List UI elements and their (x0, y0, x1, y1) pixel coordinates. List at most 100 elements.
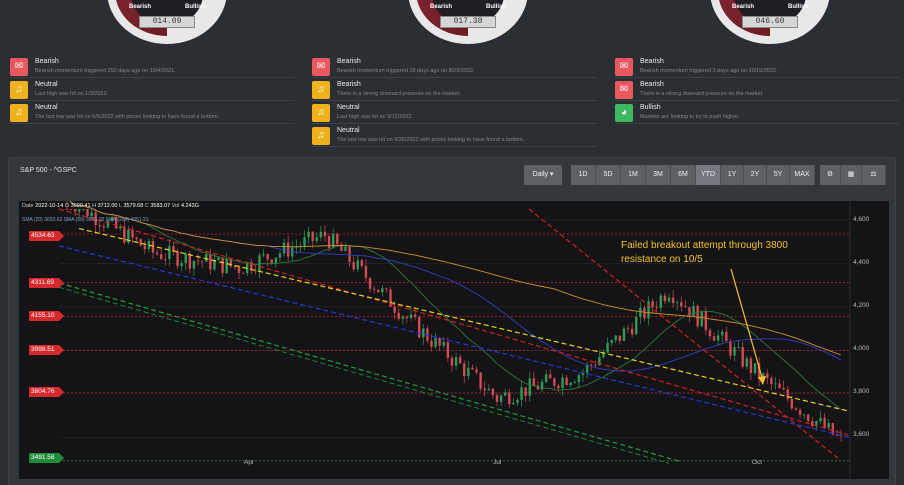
signals-column-3: ✉ Bearish Bearish momentum triggered 3 d… (615, 56, 900, 125)
candle-body (159, 254, 163, 260)
candle-body (352, 262, 355, 270)
gauge-value: 046.60 (742, 16, 798, 28)
calculator-icon[interactable]: ▦ (841, 165, 862, 185)
signal-title: Neutral (35, 81, 58, 88)
chat-icon: ✉ (312, 58, 330, 76)
range-5d[interactable]: 5D (596, 165, 621, 185)
signal-title: Neutral (337, 127, 360, 134)
range-ytd[interactable]: YTD (696, 165, 721, 185)
candle-body (524, 387, 527, 396)
candle-body (458, 357, 462, 364)
y-tick: 4,600 (853, 216, 870, 223)
candle-body (372, 288, 376, 290)
signal-title: Bullish (640, 104, 661, 111)
candle-body (733, 347, 736, 356)
candle-body (225, 259, 228, 273)
candle-body (692, 305, 695, 317)
candle-body (266, 254, 269, 260)
candle-body (577, 374, 581, 383)
candle-body (184, 253, 187, 264)
signal-description: Bearish momentum triggered 3 days ago on… (640, 68, 778, 74)
candle-body (790, 398, 794, 409)
candle-body (65, 209, 69, 210)
range-6m[interactable]: 6M (671, 165, 696, 185)
signal-title: Bearish (640, 81, 664, 88)
candle-body (385, 288, 388, 290)
signal-description: There is a strong downard pressure on th… (337, 91, 461, 97)
candle-body (700, 311, 703, 327)
candle-body (241, 272, 245, 274)
candle-body (725, 331, 728, 342)
low-value: 3579.68 (123, 203, 144, 209)
candle-body (487, 388, 491, 391)
signal-description: The last low was hit on 6/6/2022 with pr… (35, 114, 220, 120)
x-tick: Oct (752, 459, 763, 466)
level-3998: 3998.51 (29, 345, 64, 355)
candle-body (155, 252, 159, 255)
candle-body (667, 297, 671, 302)
bell-icon: ♫ (312, 127, 330, 145)
candle-body (471, 367, 474, 370)
signal-title: Bearish (337, 81, 361, 88)
candle-body (217, 257, 220, 261)
candle-body (770, 377, 773, 384)
range-2y[interactable]: 2Y (744, 165, 767, 185)
candle-body (774, 383, 777, 385)
range-1y[interactable]: 1Y (721, 165, 744, 185)
candle-body (532, 378, 536, 386)
candle-body (704, 311, 708, 331)
candle-body (311, 231, 314, 241)
candle-body (102, 226, 106, 228)
level-3491: 3491.58 (29, 453, 64, 463)
candle-body (381, 288, 384, 293)
candle-body (315, 237, 319, 241)
candle-body (729, 341, 732, 356)
gauge-bearish-label: Bearish (129, 4, 152, 10)
y-tick: 4,000 (853, 345, 870, 352)
signal-item: ✉ Bearish Bearish momentum triggered 250… (10, 56, 295, 78)
candle-body (450, 357, 454, 366)
bell-icon: ♫ (10, 104, 28, 122)
candle-body (671, 297, 675, 304)
level-4311: 4311.69 (29, 278, 64, 288)
settings-icon[interactable]: ⚙ (820, 165, 841, 185)
signal-title: Bearish (337, 58, 361, 65)
candle-body (286, 242, 290, 257)
interval-dropdown[interactable]: Daily ▾ (524, 165, 562, 185)
candle-body (508, 392, 511, 405)
scale-icon[interactable]: ⚖ (862, 165, 886, 185)
candle-body (422, 328, 425, 338)
range-5y[interactable]: 5Y (767, 165, 790, 185)
candle-body (258, 255, 261, 272)
candle-body (528, 378, 531, 396)
candle-body (503, 392, 507, 396)
price-chart[interactable]: Date 2022-10-14 O 3690.41 H 3712.00 L 35… (19, 201, 889, 479)
open-label: O (64, 203, 70, 209)
sma-20-value: 3693.62 (44, 217, 63, 223)
candle-body (417, 316, 421, 338)
volume-value: 4.243G (180, 203, 199, 209)
candle-body (274, 257, 278, 264)
candle-body (336, 233, 339, 245)
candle-body (360, 260, 364, 266)
gauge-1: Bearish Bullish 014.09 (107, 0, 227, 44)
signal-description: The last low was hit on 9/26/2022 with p… (337, 137, 525, 143)
candle-body (82, 209, 85, 210)
candle-body (278, 253, 282, 258)
range-max[interactable]: MAX (790, 165, 815, 185)
candle-body (491, 388, 495, 396)
signal-item: ♫ Neutral Last high was hit on 9/12/2022… (312, 102, 597, 124)
range-1d[interactable]: 1D (571, 165, 596, 185)
candle-body (405, 316, 409, 319)
candle-body (368, 278, 372, 289)
candle-body (561, 377, 564, 389)
candle-body (798, 409, 802, 415)
candle-body (807, 414, 810, 422)
range-1m[interactable]: 1M (621, 165, 646, 185)
candle-body (827, 423, 830, 428)
candle-body (78, 209, 81, 212)
candle-body (610, 340, 613, 343)
candle-body (782, 388, 785, 390)
range-3m[interactable]: 3M (646, 165, 671, 185)
gauge-2: Bearish Bullish 017.38 (408, 0, 528, 44)
